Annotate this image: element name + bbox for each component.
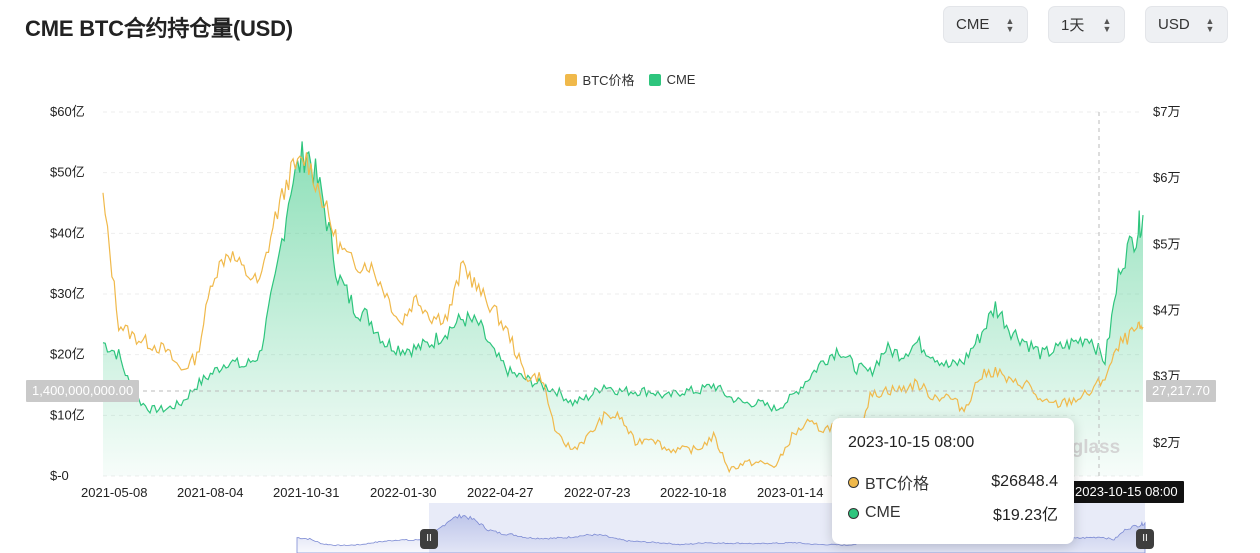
left-tick-label: $60亿 bbox=[50, 104, 85, 119]
tooltip-date: 2023-10-15 08:00 bbox=[848, 434, 975, 451]
x-tick-label: 2023-01-14 bbox=[757, 485, 824, 500]
crosshair-x-value: 2023-10-15 08:00 bbox=[1071, 481, 1184, 503]
right-tick-label: $5万 bbox=[1153, 236, 1180, 251]
x-tick-label: 2021-05-08 bbox=[81, 485, 148, 500]
navigator-handle-right[interactable]: II bbox=[1136, 529, 1154, 549]
tooltip-row-btc: BTC价格 $26848.4 bbox=[848, 470, 1058, 494]
x-tick-label: 2022-01-30 bbox=[370, 485, 437, 500]
left-tick-label: $30亿 bbox=[50, 286, 85, 301]
right-tick-label: $7万 bbox=[1153, 104, 1180, 119]
tooltip-label-cme: CME bbox=[865, 504, 901, 521]
crosshair-left-value: 1,400,000,000.00 bbox=[26, 380, 140, 402]
x-tick-label: 2021-08-04 bbox=[177, 485, 244, 500]
left-tick-label: $20亿 bbox=[50, 347, 85, 362]
x-tick-label: 2022-10-18 bbox=[660, 485, 727, 500]
x-tick-label: 2021-10-31 bbox=[273, 485, 340, 500]
left-tick-label: $40亿 bbox=[50, 225, 85, 240]
navigator-handle-left[interactable]: II bbox=[420, 529, 438, 549]
tooltip-value-cme: $19.23亿 bbox=[993, 507, 1058, 524]
crosshair-right-value: 27,217.70 bbox=[1146, 380, 1216, 402]
left-tick-label: $10亿 bbox=[50, 407, 85, 422]
right-tick-label: $4万 bbox=[1153, 303, 1180, 318]
tooltip-dot-btc bbox=[848, 476, 859, 488]
right-tick-label: $2万 bbox=[1153, 435, 1180, 450]
left-tick-label: $50亿 bbox=[50, 165, 85, 180]
left-axis: $-0 $10亿 $20亿 $30亿 $40亿 $50亿 $60亿 bbox=[50, 104, 85, 483]
tooltip-value-btc: $26848.4 bbox=[991, 473, 1058, 490]
right-tick-label: $6万 bbox=[1153, 170, 1180, 185]
x-tick-label: 2022-04-27 bbox=[467, 485, 534, 500]
chart-tooltip: 2023-10-15 08:00 BTC价格 $26848.4 CME $19.… bbox=[832, 418, 1074, 544]
x-axis: 2021-05-08 2021-08-04 2021-10-31 2022-01-30… bbox=[81, 485, 824, 500]
x-tick-label: 2022-07-23 bbox=[564, 485, 631, 500]
tooltip-label-btc: BTC价格 bbox=[865, 476, 930, 493]
tooltip-row-cme: CME $19.23亿 bbox=[848, 501, 1058, 525]
left-tick-label: $-0 bbox=[50, 468, 69, 483]
tooltip-dot-cme bbox=[848, 507, 859, 519]
